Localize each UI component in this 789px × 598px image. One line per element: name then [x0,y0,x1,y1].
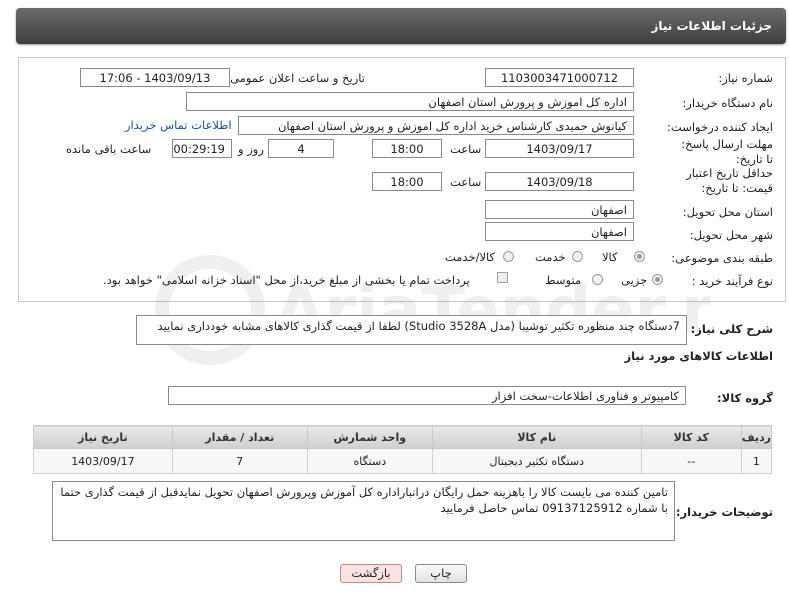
col-header-code: کد کالا [640,425,742,449]
page-header: جزئیات اطلاعات نیاز [16,8,786,44]
category-goods-label: کالا [602,250,618,264]
goods-section-title: اطلاعات کالاهای مورد نیاز [624,349,773,363]
col-header-need-date: تاریخ نیاز [33,425,173,449]
validity-time-label: ساعت [450,175,482,189]
cell-row-num: 1 [740,448,773,474]
days-label: روز و [238,142,264,156]
validity-time-field: 18:00 [372,172,442,191]
buyer-contact-link[interactable]: اطلاعات تماس خریدار [125,118,232,132]
cell-code: -- [640,448,742,474]
col-header-quantity: تعداد / مقدار [171,425,308,449]
province-label: استان محل تحویل: [682,205,773,219]
cell-name: دستگاه تکثیر دیجیتال [431,448,642,474]
table-row: 1 -- دستگاه تکثیر دیجیتال دستگاه 7 1403/… [33,448,773,474]
cell-need-date: 1403/09/17 [33,448,173,474]
buyer-notes-label: توضیحات خریدار: [675,505,773,519]
category-label: طبقه بندی موضوعی: [671,251,773,265]
purchase-type-label: نوع فرآیند خرید : [691,274,773,288]
remaining-time-field: 00:29:19 [172,139,232,158]
validity-date-field: 1403/09/18 [485,172,634,191]
reply-time-field: 18:00 [372,139,442,158]
col-header-unit: واحد شمارش [306,425,433,449]
category-both-radio[interactable] [503,251,514,262]
col-header-row-num: ردیف [740,425,773,449]
category-service-label: خدمت [535,250,566,264]
announce-datetime-label: تاریخ و ساعت اعلان عمومی: [226,71,365,85]
description-field: 7دستگاه چند منظوره تکثیر توشیبا (مدل Stu… [136,315,687,345]
items-table: ردیف کد کالا نام کالا واحد شمارش تعداد /… [33,425,773,474]
cell-quantity: 7 [171,448,308,474]
page-title: جزئیات اطلاعات نیاز [651,19,772,33]
treasury-note: پرداخت تمام یا بخشی از مبلغ خرید،از محل … [103,273,470,287]
table-header-row: ردیف کد کالا نام کالا واحد شمارش تعداد /… [33,425,773,449]
buyer-notes-field: تامین کننده می بایست کالا را باهزینه حمل… [52,481,675,541]
buyer-org-field: اداره کل اموزش و پرورش استان اصفهان [186,92,634,111]
cell-unit: دستگاه [306,448,433,474]
remaining-time-label: ساعت باقی مانده [66,142,152,156]
need-number-field: 1103003471000712 [485,68,634,87]
reply-time-label: ساعت [450,142,482,156]
purchase-minor-label: جزیی [621,273,648,287]
city-field: اصفهان [485,222,634,241]
purchase-medium-label: متوسط [545,273,582,287]
purchase-medium-radio[interactable] [592,274,603,285]
reply-date-field: 1403/09/17 [485,139,634,158]
reply-deadline-label: مهلت ارسال پاسخ: تا تاریخ: [681,137,773,166]
goods-group-field: کامپیوتر و فناوری اطلاعات-سخت افزار [168,386,686,405]
category-both-label: کالا/خدمت [445,250,496,264]
creator-label: ایجاد کننده درخواست: [667,120,773,134]
city-label: شهر محل تحویل: [689,228,773,242]
back-button[interactable]: بازگشت [340,564,402,583]
description-label: شرح کلی نیاز: [690,322,773,336]
announce-datetime-field: 1403/09/13 - 17:06 [80,68,230,87]
purchase-minor-radio[interactable] [652,274,663,285]
goods-group-label: گروه کالا: [717,391,773,405]
col-header-name: نام کالا [431,425,642,449]
treasury-checkbox[interactable] [497,272,508,283]
price-validity-label: حداقل تاریخ اعتبار قیمت: تا تاریخ: [686,166,773,195]
need-number-label: شماره نیاز: [718,71,773,85]
category-goods-radio[interactable] [634,251,645,262]
print-button[interactable]: چاپ [415,564,467,583]
province-field: اصفهان [485,200,634,219]
buyer-org-label: نام دستگاه خریدار: [682,96,773,110]
days-remaining-field: 4 [268,139,334,158]
category-service-radio[interactable] [572,251,583,262]
creator-field: کیانوش حمیدی کارشناس خرید اداره کل اموزش… [238,116,634,135]
